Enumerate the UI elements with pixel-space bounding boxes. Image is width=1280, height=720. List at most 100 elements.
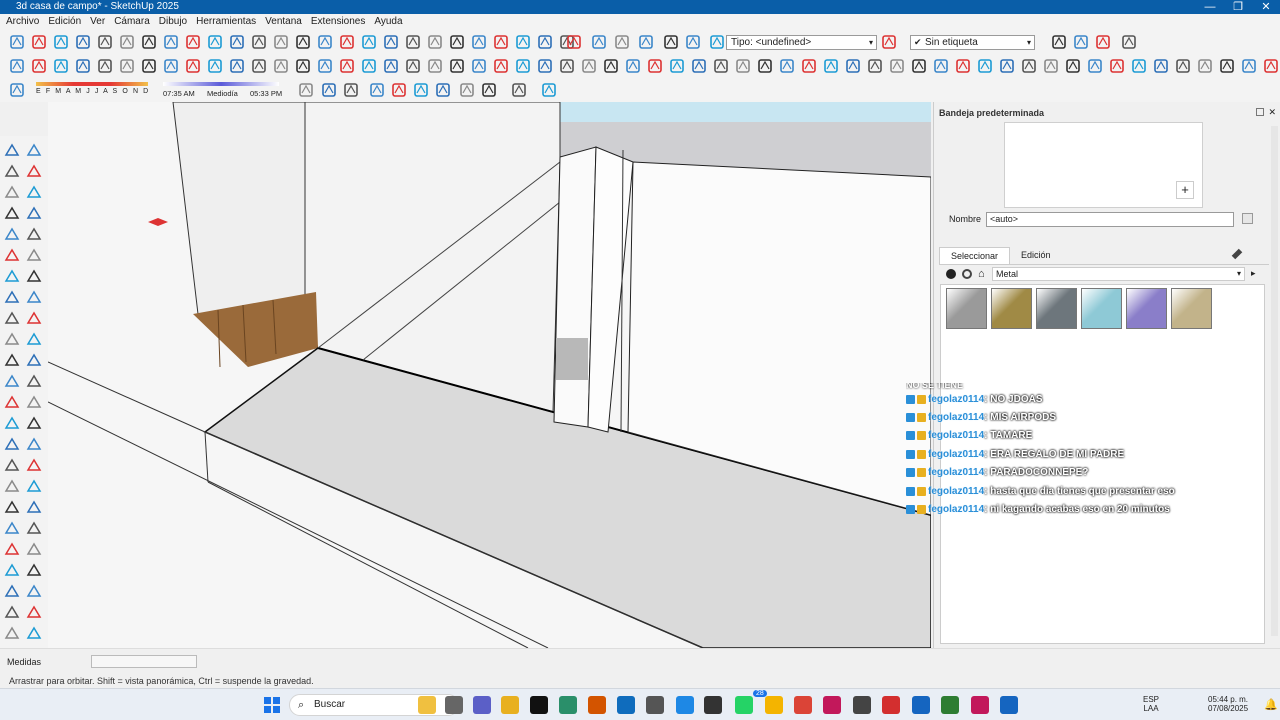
row3-tool-icon[interactable]: [458, 81, 476, 99]
row2-tool-icon[interactable]: [1240, 57, 1258, 75]
row2-tool-icon[interactable]: [162, 57, 180, 75]
row2-tool-icon[interactable]: [118, 57, 136, 75]
row1-tool-icon[interactable]: [74, 33, 92, 51]
close-button[interactable]: ✕: [1252, 0, 1280, 14]
row1-tool-icon[interactable]: [492, 33, 510, 51]
github-icon[interactable]: [853, 696, 871, 714]
row1-tool-icon[interactable]: [30, 33, 48, 51]
left-tool-icon[interactable]: [26, 205, 42, 221]
left-tool-icon[interactable]: [26, 184, 42, 200]
details-arrow-icon[interactable]: ▸: [1251, 268, 1256, 279]
tag-type-dropdown[interactable]: Tipo: <undefined> ▾: [726, 35, 877, 50]
row2-tool-icon[interactable]: [756, 57, 774, 75]
outlook-icon[interactable]: [617, 696, 635, 714]
duplicate-icon[interactable]: [1242, 213, 1253, 224]
left-tool-icon[interactable]: [26, 583, 42, 599]
row3-tool-icon[interactable]: [297, 81, 315, 99]
left-tool-icon[interactable]: [26, 436, 42, 452]
row2-tool-icon[interactable]: [1130, 57, 1148, 75]
menu-ayuda[interactable]: Ayuda: [374, 14, 402, 30]
model-viewport[interactable]: [48, 102, 931, 648]
row2-tool-icon[interactable]: [844, 57, 862, 75]
row1-tool-icon[interactable]: [662, 33, 680, 51]
media-icon[interactable]: [704, 696, 722, 714]
menu-edicion[interactable]: Edición: [48, 14, 81, 30]
left-tool-icon[interactable]: [26, 226, 42, 242]
row2-tool-icon[interactable]: [536, 57, 554, 75]
row2-tool-icon[interactable]: [998, 57, 1016, 75]
left-tool-icon[interactable]: [26, 604, 42, 620]
left-tool-icon[interactable]: [4, 562, 20, 578]
sketchup-active-icon[interactable]: [971, 696, 989, 714]
teams-icon[interactable]: [473, 696, 491, 714]
row2-tool-icon[interactable]: [668, 57, 686, 75]
left-tool-icon[interactable]: [4, 457, 20, 473]
menu-herramientas[interactable]: Herramientas: [196, 14, 256, 30]
left-tool-icon[interactable]: [4, 352, 20, 368]
row2-tool-icon[interactable]: [1196, 57, 1214, 75]
left-tool-icon[interactable]: [4, 625, 20, 641]
menu-ver[interactable]: Ver: [90, 14, 105, 30]
row2-tool-icon[interactable]: [470, 57, 488, 75]
menu-archivo[interactable]: Archivo: [6, 14, 39, 30]
row2-tool-icon[interactable]: [888, 57, 906, 75]
month-slider[interactable]: [36, 82, 148, 86]
row3-tool-icon[interactable]: [540, 81, 558, 99]
left-tool-icon[interactable]: [26, 310, 42, 326]
row1-tool-icon[interactable]: [206, 33, 224, 51]
notification-icon[interactable]: 🔔: [1264, 698, 1278, 711]
row2-tool-icon[interactable]: [338, 57, 356, 75]
back-icon[interactable]: [946, 269, 956, 279]
row1-tool-icon[interactable]: [514, 33, 532, 51]
row1-tool-icon[interactable]: [1072, 33, 1090, 51]
row2-tool-icon[interactable]: [404, 57, 422, 75]
left-tool-icon[interactable]: [4, 415, 20, 431]
row1-tool-icon[interactable]: [637, 33, 655, 51]
left-tool-icon[interactable]: [26, 520, 42, 536]
sketchup-icon[interactable]: [912, 696, 930, 714]
phone-icon[interactable]: [646, 696, 664, 714]
row2-tool-icon[interactable]: [52, 57, 70, 75]
left-tool-icon[interactable]: [26, 541, 42, 557]
pin-icon[interactable]: [1256, 108, 1264, 116]
row1-tool-icon[interactable]: [708, 33, 726, 51]
language-indicator[interactable]: ESP LAA: [1143, 695, 1159, 713]
row2-tool-icon[interactable]: [1064, 57, 1082, 75]
left-tool-icon[interactable]: [4, 499, 20, 515]
create-material-icon[interactable]: +: [1176, 181, 1194, 199]
left-tool-icon[interactable]: [26, 142, 42, 158]
row2-tool-icon[interactable]: [140, 57, 158, 75]
swatch-metal-3[interactable]: [1036, 288, 1077, 329]
menu-camara[interactable]: Cámara: [114, 14, 150, 30]
left-tool-icon[interactable]: [4, 289, 20, 305]
row1-tool-icon[interactable]: [184, 33, 202, 51]
left-tool-icon[interactable]: [4, 604, 20, 620]
row2-tool-icon[interactable]: [426, 57, 444, 75]
row2-tool-icon[interactable]: [866, 57, 884, 75]
row2-tool-icon[interactable]: [1218, 57, 1236, 75]
tab-seleccionar[interactable]: Seleccionar: [939, 247, 1011, 264]
row1-tool-icon[interactable]: [880, 33, 898, 51]
row1-tool-icon[interactable]: [426, 33, 444, 51]
left-tool-icon[interactable]: [4, 142, 20, 158]
row1-tool-icon[interactable]: [228, 33, 246, 51]
row1-tool-icon[interactable]: [294, 33, 312, 51]
row2-tool-icon[interactable]: [976, 57, 994, 75]
row2-tool-icon[interactable]: [228, 57, 246, 75]
left-tool-icon[interactable]: [4, 163, 20, 179]
row3-tool-icon[interactable]: [342, 81, 360, 99]
row2-tool-icon[interactable]: [360, 57, 378, 75]
row2-tool-icon[interactable]: [1020, 57, 1038, 75]
row2-tool-icon[interactable]: [8, 57, 26, 75]
row2-tool-icon[interactable]: [734, 57, 752, 75]
row1-tool-icon[interactable]: [613, 33, 631, 51]
row1-tool-icon[interactable]: [1050, 33, 1068, 51]
row2-tool-icon[interactable]: [580, 57, 598, 75]
row2-tool-icon[interactable]: [184, 57, 202, 75]
library-select[interactable]: Metal ▾: [992, 267, 1245, 281]
swatch-metal-6[interactable]: [1171, 288, 1212, 329]
row2-tool-icon[interactable]: [514, 57, 532, 75]
row2-tool-icon[interactable]: [712, 57, 730, 75]
menu-extensiones[interactable]: Extensiones: [311, 14, 365, 30]
left-tool-icon[interactable]: [26, 478, 42, 494]
